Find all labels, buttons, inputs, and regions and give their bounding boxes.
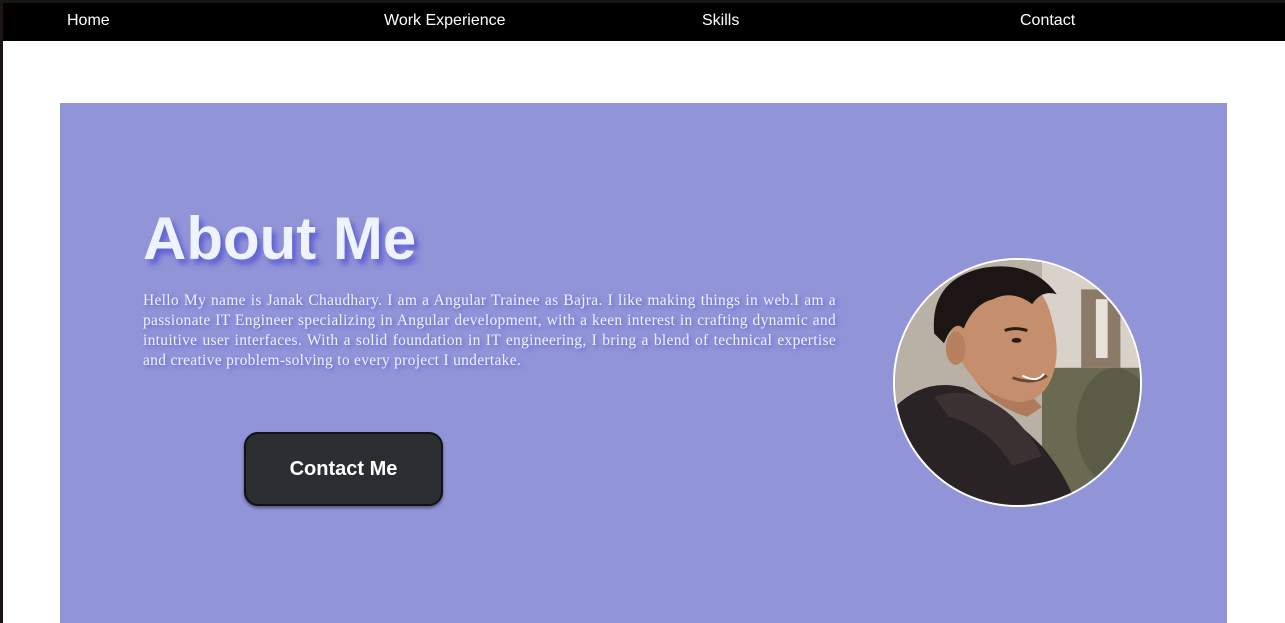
nav-skills-link[interactable]: Skills xyxy=(702,12,739,30)
about-description: Hello My name is Janak Chaudhary. I am a… xyxy=(143,292,836,369)
nav-contact-link[interactable]: Contact xyxy=(1020,12,1075,30)
profile-photo xyxy=(893,258,1142,507)
top-navbar: Home Work Experience Skills Contact xyxy=(3,3,1285,41)
about-title: About Me xyxy=(143,205,417,272)
nav-work-experience-link[interactable]: Work Experience xyxy=(384,12,506,30)
page: Home Work Experience Skills Contact Abou… xyxy=(3,3,1285,623)
profile-photo-illustration xyxy=(895,260,1140,505)
about-section: About Me Hello My name is Janak Chaudhar… xyxy=(60,103,1227,623)
contact-me-button[interactable]: Contact Me xyxy=(244,432,443,506)
nav-home-link[interactable]: Home xyxy=(67,12,110,30)
